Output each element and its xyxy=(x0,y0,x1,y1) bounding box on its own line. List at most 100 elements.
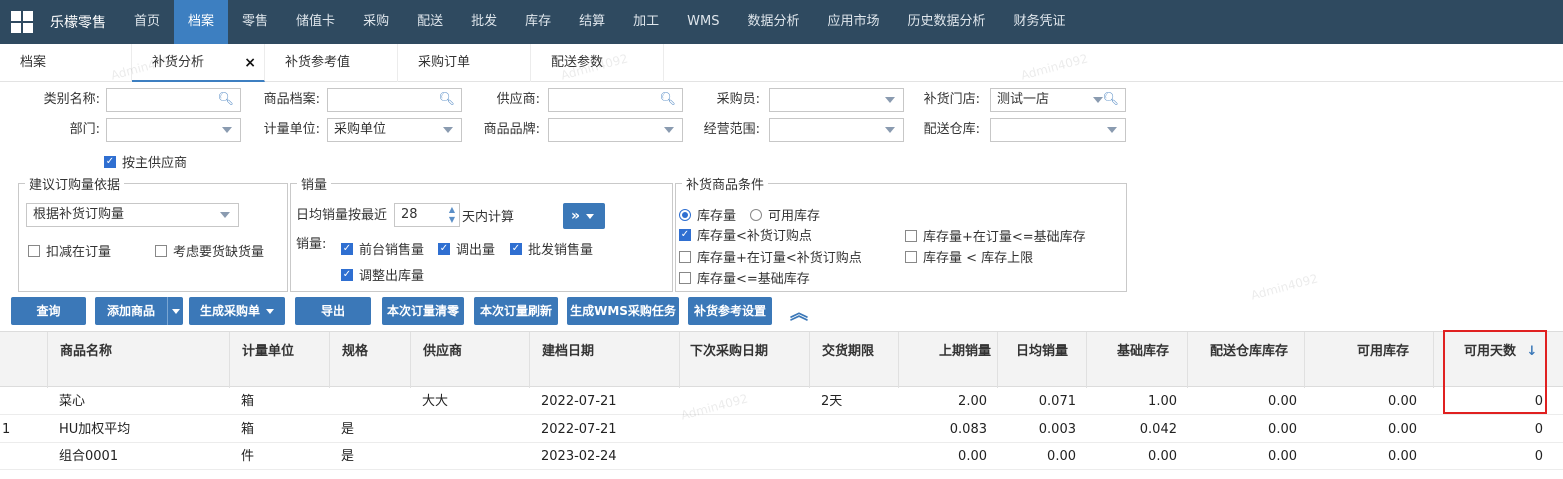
export-button[interactable]: 导出 xyxy=(295,297,371,325)
col-spec[interactable]: 规格 xyxy=(329,332,410,388)
nav-item-inventory[interactable]: 库存 xyxy=(511,0,565,44)
product-input[interactable]: 🔍︎ xyxy=(327,88,462,112)
tab-replenish-reference[interactable]: 补货参考值 xyxy=(265,44,398,82)
store-value: 测试一店 xyxy=(997,92,1050,107)
adjust-out-checkbox[interactable]: ✓ 调整出库量 xyxy=(341,265,424,284)
col-name[interactable]: 商品名称 xyxy=(47,332,229,388)
scope-select[interactable] xyxy=(769,118,904,142)
nav-item-archive[interactable]: 档案 xyxy=(174,0,229,44)
chevron-down-icon xyxy=(220,212,230,218)
cond-stock-plus-order-le-base-checkbox[interactable]: 库存量+在订量<=基础库存 xyxy=(905,226,1086,245)
chevron-down-icon xyxy=(664,127,674,133)
col-next-purchase-date[interactable]: 下次采购日期 xyxy=(679,332,809,388)
cond-stock-lt-reorder-checkbox[interactable]: ✓ 库存量<补货订购点 xyxy=(679,225,812,244)
category-label: 类别名称: xyxy=(43,92,100,107)
nav-item-purchase[interactable]: 采购 xyxy=(349,0,403,44)
tab-distribution-params[interactable]: 配送参数 xyxy=(531,44,664,82)
warehouse-select[interactable] xyxy=(990,118,1126,142)
col-avg-sales[interactable]: 日均销量 xyxy=(997,332,1086,388)
replenish-table: 商品名称 计量单位 规格 供应商 建档日期 下次采购日期 交货期限 上期销量 日… xyxy=(0,331,1563,479)
chevron-down-icon xyxy=(885,127,895,133)
table-row[interactable]: 组合0001 件 是 2023-02-24 0.00 0.00 0.00 0.0… xyxy=(0,443,1563,470)
nav-item-distribution[interactable]: 配送 xyxy=(403,0,457,44)
category-input[interactable]: 🔍︎ xyxy=(106,88,241,112)
nav-item-stored-value-card[interactable]: 储值卡 xyxy=(282,0,349,44)
search-icon[interactable]: 🔍︎ xyxy=(438,89,455,111)
chevron-down-icon xyxy=(222,127,232,133)
top-nav: 乐檬零售 首页 档案 零售 储值卡 采购 配送 批发 库存 结算 加工 WMS … xyxy=(0,0,1563,44)
replenish-settings-button[interactable]: 补货参考设置 xyxy=(688,297,772,325)
spinner-icon[interactable]: ▲ ▼ xyxy=(449,205,455,225)
col-warehouse-stock[interactable]: 配送仓库库存 xyxy=(1187,332,1304,388)
search-icon[interactable]: 🔍︎ xyxy=(1102,89,1119,111)
order-basis-select[interactable]: 根据补货订购量 xyxy=(26,203,239,227)
avg-days-input[interactable]: 28 ▲ ▼ xyxy=(394,203,460,227)
order-basis-legend: 建议订购量依据 xyxy=(29,178,121,193)
chevron-down-icon xyxy=(266,309,274,314)
apps-grid-icon[interactable] xyxy=(0,0,44,44)
radio-stock[interactable]: 库存量 xyxy=(679,205,736,224)
front-sales-checkbox[interactable]: ✓ 前台销售量 xyxy=(341,239,424,258)
radio-available-stock[interactable]: 可用库存 xyxy=(750,205,820,224)
table-row[interactable]: 菜心 箱 大大 2022-07-21 2天 2.00 0.071 1.00 0.… xyxy=(0,388,1563,415)
store-select[interactable]: 测试一店 🔍︎ xyxy=(990,88,1126,112)
wholesale-sales-checkbox[interactable]: ✓ 批发销售量 xyxy=(510,239,593,258)
deduct-on-order-checkbox[interactable]: 扣减在订量 xyxy=(28,241,111,260)
highlight-box xyxy=(1443,330,1547,414)
collapse-icon[interactable]: ︽ xyxy=(790,299,808,325)
buyer-select[interactable] xyxy=(769,88,904,112)
store-label: 补货门店: xyxy=(923,92,980,107)
tab-archive[interactable]: 档案 xyxy=(0,44,132,82)
clear-order-qty-button[interactable]: 本次订量清零 xyxy=(382,297,464,325)
nav-item-retail[interactable]: 零售 xyxy=(228,0,282,44)
product-label: 商品档案: xyxy=(263,92,320,107)
nav-item-finance-voucher[interactable]: 财务凭证 xyxy=(1000,0,1080,44)
nav-item-wms[interactable]: WMS xyxy=(673,0,733,44)
consider-shortage-checkbox[interactable]: 考虑要货缺货量 xyxy=(155,241,264,260)
conditions-legend: 补货商品条件 xyxy=(686,178,765,193)
transfer-out-checkbox[interactable]: ✓ 调出量 xyxy=(438,239,495,258)
check-icon: ✓ xyxy=(104,155,116,168)
table-row[interactable]: 1 HU加权平均 箱 是 2022-07-21 0.083 0.003 0.04… xyxy=(0,416,1563,443)
cond-stock-le-base-checkbox[interactable]: 库存量<=基础库存 xyxy=(679,268,810,287)
search-icon[interactable]: 🔍︎ xyxy=(659,89,676,111)
refresh-order-qty-button[interactable]: 本次订量刷新 xyxy=(474,297,558,325)
nav-item-settlement[interactable]: 结算 xyxy=(565,0,619,44)
more-options-button[interactable]: » xyxy=(563,203,605,229)
chevron-down-icon xyxy=(586,213,595,219)
col-created-date[interactable]: 建档日期 xyxy=(529,332,679,388)
search-icon[interactable]: 🔍︎ xyxy=(217,89,234,111)
col-unit[interactable]: 计量单位 xyxy=(229,332,329,388)
add-product-button[interactable]: 添加商品 xyxy=(95,297,183,325)
col-available-stock[interactable]: 可用库存 xyxy=(1304,332,1433,388)
nav-item-wholesale[interactable]: 批发 xyxy=(457,0,511,44)
supplier-input[interactable]: 🔍︎ xyxy=(548,88,683,112)
dropdown-toggle[interactable] xyxy=(167,297,183,325)
nav-item-processing[interactable]: 加工 xyxy=(619,0,673,44)
col-last-sales[interactable]: 上期销量 xyxy=(898,332,997,388)
tab-replenish-analysis[interactable]: 补货分析 × xyxy=(132,44,265,82)
generate-po-button[interactable]: 生成采购单 xyxy=(189,297,285,325)
avg-days-suffix: 天内计算 xyxy=(462,210,515,225)
nav-item-home[interactable]: 首页 xyxy=(120,0,174,44)
query-button[interactable]: 查询 xyxy=(11,297,86,325)
col-lead-time[interactable]: 交货期限 xyxy=(809,332,898,388)
close-icon[interactable]: × xyxy=(244,44,256,82)
col-base-stock[interactable]: 基础库存 xyxy=(1086,332,1187,388)
nav-item-data-analysis[interactable]: 数据分析 xyxy=(733,0,813,44)
chevron-down-icon xyxy=(885,97,895,103)
cond-stock-lt-max-checkbox[interactable]: 库存量 < 库存上限 xyxy=(905,247,1033,266)
dept-select[interactable] xyxy=(106,118,241,142)
col-supplier[interactable]: 供应商 xyxy=(410,332,529,388)
nav-item-app-market[interactable]: 应用市场 xyxy=(814,0,894,44)
tab-strip: 档案 补货分析 × 补货参考值 采购订单 配送参数 xyxy=(0,44,1563,82)
unit-select[interactable]: 采购单位 xyxy=(327,118,462,142)
nav-item-history-analysis[interactable]: 历史数据分析 xyxy=(894,0,1000,44)
generate-wms-task-button[interactable]: 生成WMS采购任务 xyxy=(567,297,679,325)
sales-qty-label: 销量: xyxy=(296,237,327,252)
cond-stock-plus-order-lt-reorder-checkbox[interactable]: 库存量+在订量<补货订购点 xyxy=(679,247,862,266)
brand-select[interactable] xyxy=(548,118,683,142)
main-supplier-checkbox[interactable]: ✓ 按主供应商 xyxy=(104,152,187,171)
brand-label: 商品品牌: xyxy=(483,122,540,137)
tab-purchase-order[interactable]: 采购订单 xyxy=(398,44,531,82)
